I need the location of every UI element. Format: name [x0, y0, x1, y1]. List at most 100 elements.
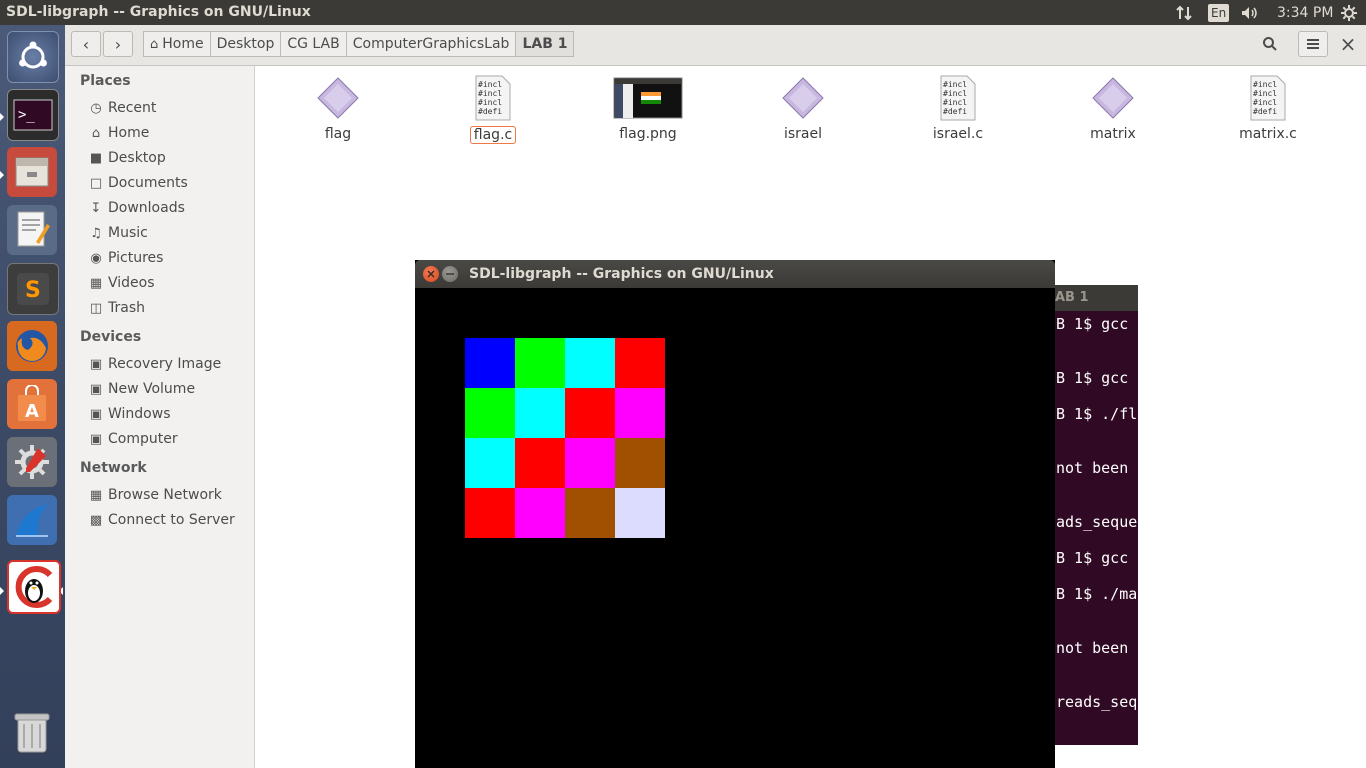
- folder-icon: ■: [89, 150, 103, 166]
- session-gear-icon[interactable]: [1340, 2, 1358, 23]
- trash-icon: ◫: [89, 300, 103, 316]
- home-icon: ⌂: [91, 125, 101, 141]
- file-item-flag[interactable]: flag: [283, 74, 393, 142]
- grid-cell: [515, 338, 565, 388]
- grid-cell: [465, 488, 515, 538]
- back-button[interactable]: ‹: [71, 31, 101, 57]
- sidebar-item-new-volume[interactable]: ▣ New Volume: [87, 378, 195, 400]
- sidebar-item-videos[interactable]: ▦ Videos: [87, 272, 155, 294]
- sidebar-item-downloads[interactable]: ↧ Downloads: [87, 197, 185, 219]
- camera-icon: ◉: [90, 250, 102, 266]
- keyboard-layout-indicator[interactable]: En: [1208, 2, 1230, 23]
- menu-button[interactable]: [1298, 31, 1328, 57]
- grid-cell: [515, 438, 565, 488]
- file-item-flag-png[interactable]: flag.png: [593, 74, 703, 142]
- grid-cell: [615, 338, 665, 388]
- grid-cell: [565, 438, 615, 488]
- ubuntu-dash-icon[interactable]: [7, 31, 59, 83]
- grid-cell: [465, 338, 515, 388]
- drive-icon: ▣: [89, 431, 103, 447]
- crumb-lab-1[interactable]: LAB 1: [515, 31, 575, 57]
- system-settings-icon[interactable]: [7, 437, 57, 487]
- film-icon: ▦: [89, 275, 103, 291]
- svg-text:#incl: #incl: [478, 80, 502, 89]
- file-item-israel[interactable]: israel: [748, 74, 858, 142]
- sidebar-item-trash[interactable]: ◫ Trash: [87, 297, 145, 319]
- search-button[interactable]: [1255, 31, 1285, 57]
- svg-text:#incl: #incl: [943, 89, 967, 98]
- active-window-title: SDL-libgraph -- Graphics on GNU/Linux: [6, 4, 311, 20]
- terminal-line: B 1$ ./fl: [1056, 405, 1138, 423]
- c-source-file-icon: #incl #incl #incl #defi: [934, 74, 982, 122]
- text-editor-icon[interactable]: [7, 205, 57, 255]
- svg-text:#incl: #incl: [1253, 80, 1277, 89]
- crumb-home[interactable]: ⌂ Home: [143, 31, 211, 57]
- drive-icon: ▣: [89, 381, 103, 397]
- sublime-text-icon[interactable]: S: [7, 263, 59, 315]
- executable-icon: [314, 74, 362, 122]
- files-icon[interactable]: [7, 147, 57, 197]
- sdl-libgraph-icon[interactable]: [7, 560, 61, 614]
- svg-text:#defi: #defi: [1253, 107, 1277, 116]
- file-item-matrix-c[interactable]: #incl #incl #incl #defi matrix.c: [1213, 74, 1323, 142]
- sidebar-item-pictures[interactable]: ◉ Pictures: [87, 247, 163, 269]
- files-sidebar: Places ◷ Recent ⌂ Home ■ Desktop □ Documents…: [65, 66, 255, 768]
- sidebar-item-recent[interactable]: ◷ Recent: [87, 97, 156, 119]
- terminal-line: B 1$ ./ma: [1056, 585, 1138, 603]
- grid-cell: [565, 388, 615, 438]
- svg-text:#defi: #defi: [478, 107, 502, 116]
- software-center-icon[interactable]: A: [7, 379, 57, 429]
- close-button[interactable]: [423, 266, 439, 282]
- terminal-line: not been: [1056, 639, 1129, 657]
- sidebar-item-connect-to-server[interactable]: ▩ Connect to Server: [87, 509, 235, 531]
- close-icon: ×: [1339, 32, 1357, 56]
- wireshark-icon[interactable]: [7, 495, 57, 545]
- minimize-button[interactable]: [442, 266, 458, 282]
- sidebar-item-windows[interactable]: ▣ Windows: [87, 403, 171, 425]
- sidebar-item-recovery-image[interactable]: ▣ Recovery Image: [87, 353, 221, 375]
- drive-icon: ▣: [89, 406, 103, 422]
- close-window-button[interactable]: ×: [1333, 31, 1363, 57]
- svg-text:#incl: #incl: [943, 80, 967, 89]
- grid-cell: [615, 438, 665, 488]
- image-thumbnail: [613, 74, 683, 122]
- sidebar-item-browse-network[interactable]: ▦ Browse Network: [87, 484, 222, 506]
- terminal-line: not been: [1056, 459, 1129, 477]
- crumb-desktop[interactable]: Desktop: [209, 31, 282, 57]
- volume-icon[interactable]: [1240, 2, 1260, 23]
- svg-text:S: S: [25, 278, 41, 303]
- forward-button[interactable]: ›: [103, 31, 133, 57]
- svg-text:#incl: #incl: [478, 98, 502, 107]
- trash-icon[interactable]: [7, 708, 57, 758]
- devices-heading: Devices: [80, 329, 142, 345]
- terminal-line: B 1$ gcc: [1056, 369, 1129, 387]
- search-icon: [1263, 37, 1277, 51]
- c-source-file-icon: #incl #incl #incl #defi: [1244, 74, 1292, 122]
- sidebar-item-computer[interactable]: ▣ Computer: [87, 428, 178, 450]
- file-item-flag-c[interactable]: #incl #incl #incl #defi flag.c: [438, 74, 548, 144]
- sidebar-item-desktop[interactable]: ■ Desktop: [87, 147, 166, 169]
- sidebar-item-music[interactable]: ♫ Music: [87, 222, 148, 244]
- grid-cell: [515, 488, 565, 538]
- sidebar-item-documents[interactable]: □ Documents: [87, 172, 188, 194]
- grid-cell: [565, 338, 615, 388]
- document-icon: □: [89, 175, 103, 191]
- launcher: >_ S A: [0, 25, 65, 768]
- svg-text:>_: >_: [18, 107, 35, 123]
- svg-text:#incl: #incl: [943, 98, 967, 107]
- clock[interactable]: 3:34 PM: [1277, 2, 1333, 23]
- svg-text:A: A: [25, 401, 39, 422]
- crumb-computergraphicslab[interactable]: ComputerGraphicsLab: [345, 31, 517, 57]
- firefox-icon[interactable]: [7, 321, 57, 371]
- breadcrumb: ⌂ Home Desktop CG LAB ComputerGraphicsLab…: [143, 31, 575, 59]
- sidebar-item-home[interactable]: ⌂ Home: [87, 122, 149, 144]
- sdl-title-bar[interactable]: SDL-libgraph -- Graphics on GNU/Linux: [415, 260, 1055, 288]
- file-item-matrix[interactable]: matrix: [1058, 74, 1168, 142]
- terminal-line: reads_seq: [1056, 693, 1138, 711]
- crumb-cg-lab[interactable]: CG LAB: [280, 31, 347, 57]
- terminal-icon[interactable]: >_: [7, 89, 59, 141]
- terminal-line: B 1$ gcc: [1056, 315, 1129, 333]
- file-item-israel-c[interactable]: #incl #incl #incl #defi israel.c: [903, 74, 1013, 142]
- grid-cell: [615, 388, 665, 438]
- network-transfer-icon[interactable]: [1176, 2, 1194, 23]
